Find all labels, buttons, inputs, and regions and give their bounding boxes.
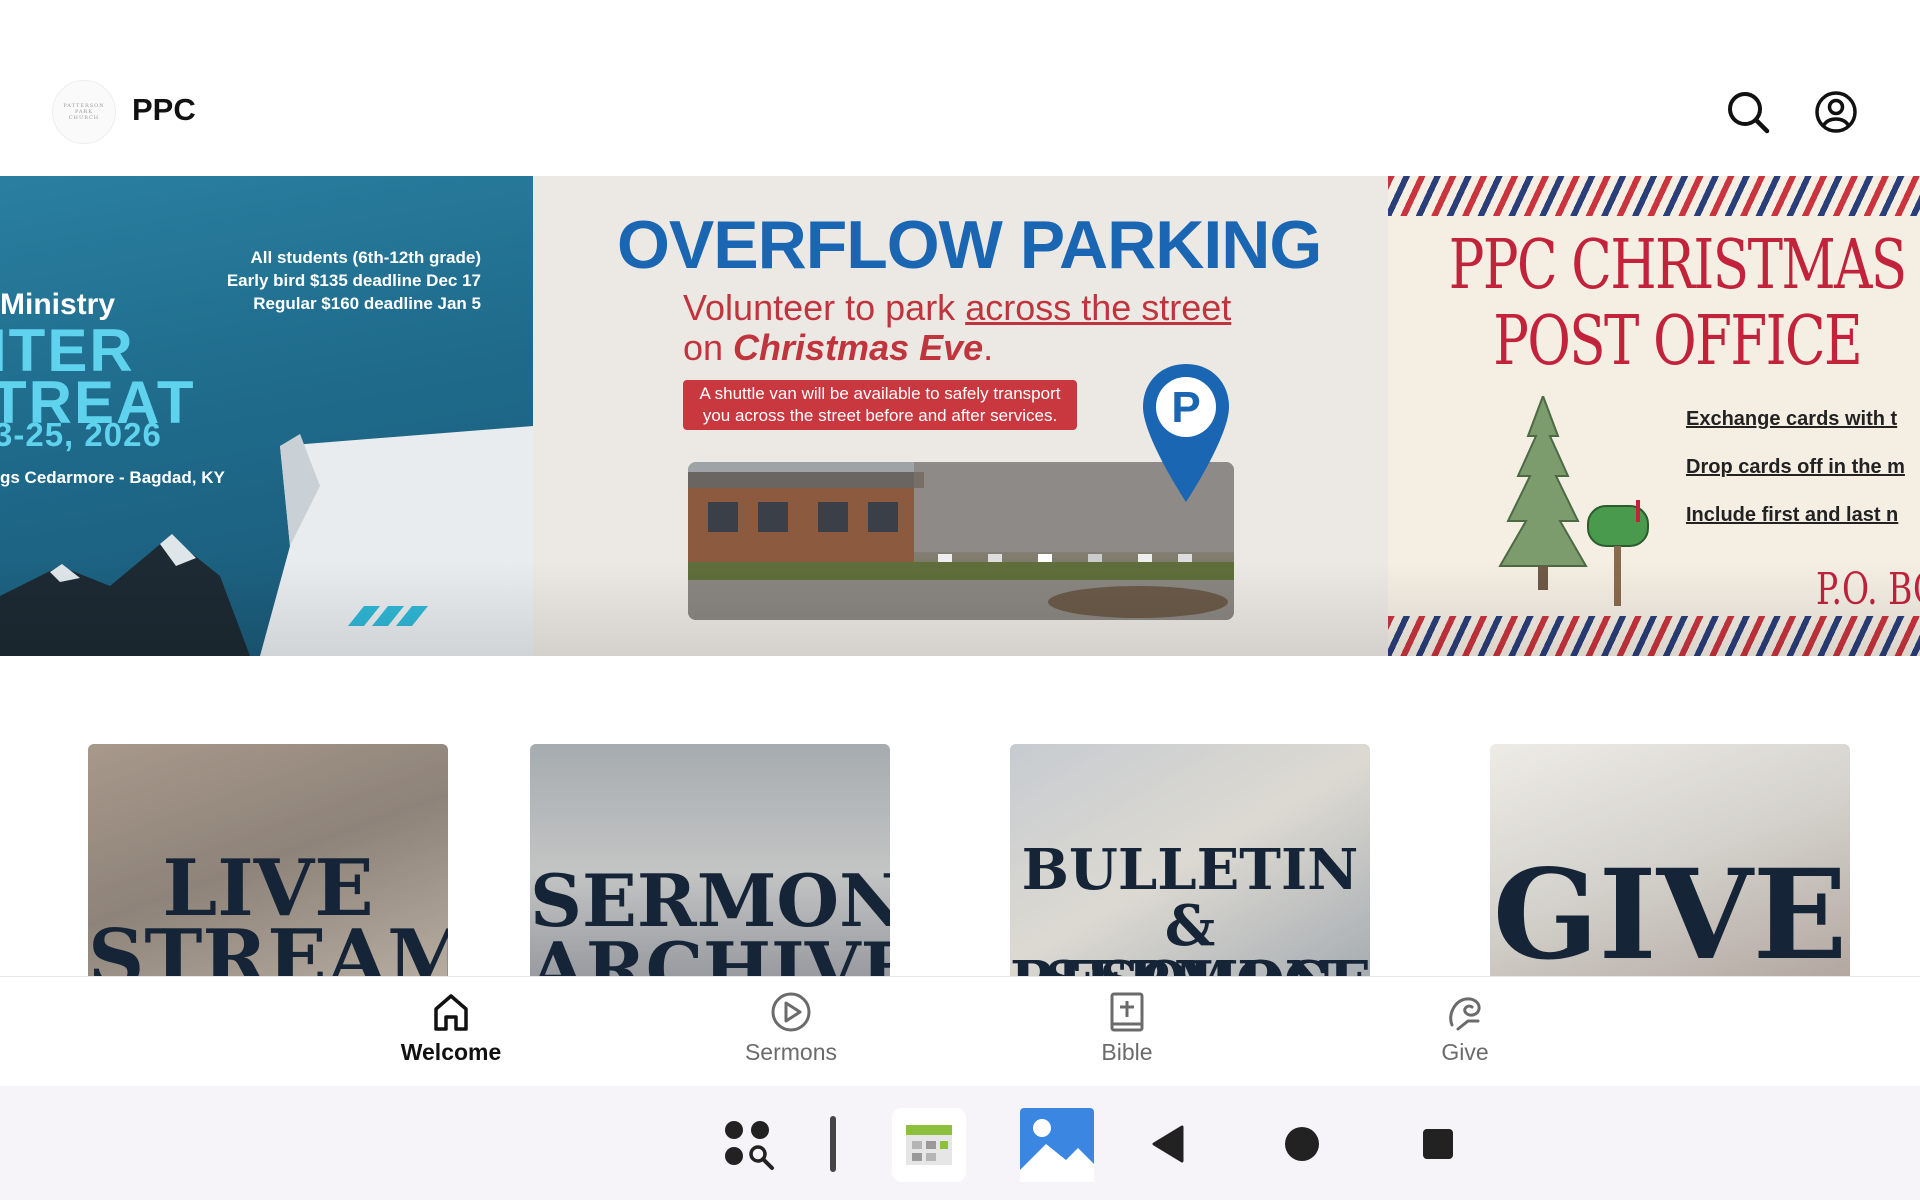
- account-button[interactable]: [1810, 86, 1862, 138]
- church-logo[interactable]: PATTERSON PARK CHURCH: [52, 80, 116, 144]
- system-navigation-bar: [0, 1086, 1920, 1200]
- back-button[interactable]: [1146, 1122, 1190, 1166]
- nav-label-bible: Bible: [1101, 1039, 1153, 1065]
- logo-text-3: CHURCH: [68, 115, 100, 121]
- nav-item-bible[interactable]: Bible: [1027, 991, 1227, 1077]
- tile-live-stream-line2: STREAM: [88, 913, 448, 977]
- tile-sermon-archive[interactable]: SERMON ARCHIVE: [530, 744, 890, 976]
- nav-item-give[interactable]: Give: [1365, 991, 1565, 1077]
- christmas-line-2: Drop cards off in the m: [1686, 456, 1905, 478]
- home-icon: [434, 994, 468, 1031]
- tile-bulletin[interactable]: BULLETIN & SERMON RESOURCES: [1010, 744, 1370, 976]
- retreat-details: All students (6th-12th grade) Early bird…: [227, 246, 481, 315]
- slide-overflow-parking[interactable]: OVERFLOW PARKING Volunteer to park acros…: [533, 176, 1388, 656]
- slide-christmas-post-office[interactable]: PPC CHRISTMAS POST OFFICE Exchange cards…: [1388, 176, 1920, 656]
- nav-label-give: Give: [1441, 1039, 1489, 1065]
- christmas-title-2: POST OFFICE: [1493, 302, 1862, 381]
- stripe-border-bottom: [1388, 616, 1920, 656]
- parking-line2-emphasis: Christmas Eve: [733, 327, 984, 368]
- parking-line1-link: across the street: [965, 287, 1232, 328]
- christmas-po-box: P.O. BO: [1816, 564, 1920, 615]
- christmas-title: PPC CHRISTMAS POST OFFICE: [1412, 228, 1920, 380]
- tile-give[interactable]: GIVE: [1490, 744, 1850, 976]
- christmas-title-1: PPC CHRISTMAS: [1448, 226, 1907, 305]
- nav-label-welcome: Welcome: [400, 1039, 502, 1065]
- parking-line1-prefix: Volunteer to park: [683, 287, 966, 328]
- parking-subtitle: Volunteer to park across the street on C…: [683, 288, 1231, 368]
- search-button[interactable]: [1722, 86, 1774, 138]
- stripe-border-top: [1388, 176, 1920, 216]
- shuttle-note: A shuttle van will be available to safel…: [683, 380, 1077, 430]
- give-icon: [1449, 997, 1481, 1031]
- christmas-tree-icon: [1498, 396, 1588, 590]
- home-button-icon: [1285, 1127, 1319, 1161]
- app-header: PATTERSON PARK CHURCH PPC: [0, 72, 1920, 152]
- gallery-app-button[interactable]: [1020, 1108, 1094, 1182]
- calendar-app-button[interactable]: [892, 1108, 966, 1182]
- shuttle-note-line1: A shuttle van will be available to safel…: [699, 384, 1061, 403]
- christmas-line-3: Include first and last n: [1686, 504, 1899, 526]
- play-circle-icon: [771, 992, 811, 1032]
- tile-bulletin-line1: BULLETIN: [1021, 837, 1359, 903]
- tile-bulletin-line3: RESOURCES: [1010, 954, 1370, 976]
- nav-item-welcome[interactable]: Welcome: [351, 991, 551, 1077]
- taskbar-divider: [830, 1116, 836, 1172]
- app-drawer-button[interactable]: [720, 1116, 780, 1176]
- app-root: PATTERSON PARK CHURCH PPC All students (…: [0, 0, 1920, 1200]
- tile-sermon-archive-line2: ARCHIVE: [530, 926, 890, 977]
- promo-carousel[interactable]: All students (6th-12th grade) Early bird…: [0, 176, 1920, 656]
- mountain-illustration: [0, 426, 533, 656]
- home-system-button[interactable]: [1280, 1122, 1324, 1166]
- parking-pin-icon: P: [1143, 364, 1229, 502]
- back-icon: [1152, 1125, 1184, 1163]
- mailbox-icon: [1587, 500, 1649, 606]
- app-drawer-icon: [725, 1121, 774, 1170]
- calendar-app-icon: [906, 1125, 952, 1165]
- retreat-detail-2: Early bird $135 deadline Dec 17: [226, 271, 481, 290]
- bible-icon: [1110, 992, 1144, 1032]
- account-circle-icon: [1815, 91, 1857, 133]
- retreat-detail-3: Regular $160 deadline Jan 5: [253, 294, 481, 313]
- tile-live-stream[interactable]: LIVE STREAM: [88, 744, 448, 976]
- nav-label-sermons: Sermons: [744, 1039, 838, 1065]
- slide-winter-retreat[interactable]: All students (6th-12th grade) Early bird…: [0, 176, 533, 656]
- recents-icon: [1423, 1129, 1453, 1159]
- app-title: PPC: [132, 92, 196, 127]
- nav-item-sermons[interactable]: Sermons: [691, 991, 891, 1077]
- retreat-detail-1: All students (6th-12th grade): [250, 248, 481, 267]
- parking-title: OVERFLOW PARKING: [617, 207, 1322, 283]
- recents-button[interactable]: [1416, 1122, 1460, 1166]
- gallery-app-icon: [1020, 1108, 1094, 1182]
- christmas-line-1: Exchange cards with t: [1686, 408, 1898, 430]
- parking-line2-prefix: on: [683, 327, 734, 368]
- search-icon: [1728, 92, 1770, 134]
- pin-letter: P: [1171, 383, 1200, 432]
- tile-give-line1: GIVE: [1492, 843, 1848, 977]
- parking-line2-suffix: .: [983, 327, 994, 368]
- shuttle-note-line2: you across the street before and after s…: [702, 406, 1058, 425]
- bottom-navigation: Welcome Sermons Bible Give: [0, 976, 1920, 1086]
